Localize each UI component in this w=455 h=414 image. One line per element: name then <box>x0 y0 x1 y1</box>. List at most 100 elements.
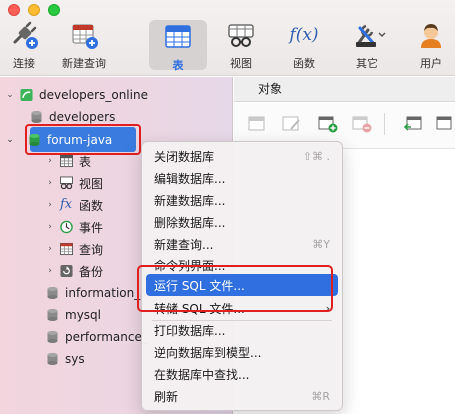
tree-item-backups[interactable]: › 备份 <box>44 260 103 282</box>
chevron-right-icon[interactable]: › <box>44 156 56 166</box>
toolbar-label: 新建查询 <box>62 57 106 70</box>
menu-shortcut: ⇧⌘ . <box>302 149 330 163</box>
toolbar-new-query-button[interactable]: 新建查询 <box>55 16 113 72</box>
tree-item-views[interactable]: › 视图 <box>44 172 103 194</box>
toolbar-label: 连接 <box>13 57 35 70</box>
design-table-icon[interactable] <box>282 115 302 133</box>
user-icon <box>416 20 446 50</box>
chevron-right-icon[interactable]: › <box>44 222 56 232</box>
open-table-icon[interactable] <box>248 115 268 133</box>
menu-item-find-in-database[interactable]: 在数据库中查找... <box>146 363 338 385</box>
menu-item-label: 逆向数据库到模型... <box>154 345 262 360</box>
plug-icon <box>9 20 39 50</box>
function-icon: f(x) <box>289 20 319 50</box>
database-row[interactable]: sys <box>42 348 85 370</box>
menu-item-delete-database[interactable]: 删除数据库... <box>146 211 338 233</box>
toolbar-view-button[interactable]: 视图 <box>212 16 270 72</box>
main-toolbar: 连接 新建查询 表 视图 f(x) 函数 其它 用户 <box>0 0 455 76</box>
database-icon <box>47 353 58 365</box>
new-table-icon[interactable] <box>318 115 338 133</box>
connection-name: developers_online <box>39 88 148 102</box>
function-glyph: f(x) <box>289 25 319 45</box>
tree-item-label: 表 <box>79 154 92 169</box>
zoom-window-button[interactable] <box>48 4 60 16</box>
database-row[interactable]: mysql <box>42 304 101 326</box>
database-name: information_s <box>65 286 147 300</box>
tree-item-functions[interactable]: › fx 函数 <box>44 194 103 216</box>
table-icon <box>60 154 73 168</box>
chevron-right-icon[interactable]: › <box>44 178 56 188</box>
database-name: developers <box>49 110 116 124</box>
toolbar-divider <box>384 113 385 135</box>
toolbar-label: 函数 <box>293 57 315 70</box>
view-icon <box>60 176 73 190</box>
chevron-right-icon[interactable]: › <box>44 266 56 276</box>
clock-icon <box>60 220 73 234</box>
database-icon <box>47 287 58 299</box>
menu-item-label: 刷新 <box>154 389 179 404</box>
menu-item-reverse-to-model[interactable]: 逆向数据库到模型... <box>146 341 338 363</box>
menu-item-refresh[interactable]: 刷新 ⌘R <box>146 385 338 407</box>
chevron-right-icon[interactable]: › <box>44 200 56 210</box>
import-wizard-icon[interactable] <box>404 115 424 133</box>
tree-item-label: 备份 <box>79 264 104 279</box>
connection-row[interactable]: ⌄ developers_online <box>4 84 148 106</box>
mysql-connection-icon <box>20 88 33 102</box>
toolbar-label: 视图 <box>230 57 252 70</box>
toolbar-user-button[interactable]: 用户 <box>402 16 455 72</box>
menu-item-label: 在数据库中查找... <box>154 367 250 382</box>
query-icon <box>60 242 73 256</box>
toolbar-label: 表 <box>172 59 184 72</box>
toolbar-function-button[interactable]: f(x) 函数 <box>275 16 333 72</box>
menu-item-close-database[interactable]: 关闭数据库 ⇧⌘ . <box>146 145 338 167</box>
tree-item-label: 查询 <box>79 242 104 257</box>
view-icon <box>226 20 256 50</box>
tools-icon <box>352 20 386 50</box>
tree-item-label: 事件 <box>79 220 104 235</box>
toolbar-label: 其它 <box>356 57 378 70</box>
tree-item-label: 视图 <box>79 176 104 191</box>
menu-shortcut: ⌘Y <box>312 237 330 251</box>
tree-item-queries[interactable]: › 查询 <box>44 238 103 260</box>
delete-table-icon[interactable] <box>352 115 372 133</box>
close-window-button[interactable] <box>8 4 20 16</box>
export-wizard-icon[interactable] <box>436 115 455 133</box>
backup-icon <box>60 264 73 278</box>
database-icon <box>47 309 58 321</box>
chevron-down-icon[interactable]: ⌄ <box>4 90 16 100</box>
tree-item-tables[interactable]: › 表 <box>44 150 91 172</box>
annotation-red-box <box>137 265 333 312</box>
database-name: performance_ <box>65 330 148 344</box>
menu-item-label: 打印数据库... <box>154 323 226 338</box>
toolbar-other-button[interactable]: 其它 <box>338 16 396 72</box>
database-name: sys <box>65 352 85 366</box>
menu-item-new-database[interactable]: 新建数据库... <box>146 189 338 211</box>
database-row[interactable]: performance_ <box>42 326 148 348</box>
tab-objects[interactable]: 对象 <box>248 77 292 102</box>
database-icon <box>31 111 42 123</box>
function-icon: fx <box>60 197 73 212</box>
toolbar-table-button[interactable]: 表 <box>149 20 207 72</box>
tree-item-events[interactable]: › 事件 <box>44 216 103 238</box>
chevron-down-icon[interactable]: ⌄ <box>4 135 16 145</box>
menu-item-new-query[interactable]: 新建查询... ⌘Y <box>146 233 338 255</box>
menu-shortcut: ⌘R <box>311 389 330 403</box>
new-query-icon <box>69 20 99 50</box>
menu-item-label: 编辑数据库... <box>154 171 226 186</box>
menu-item-label: 新建数据库... <box>154 193 226 208</box>
window-controls <box>8 4 60 16</box>
tab-bar: 对象 <box>234 77 455 102</box>
menu-item-edit-database[interactable]: 编辑数据库... <box>146 167 338 189</box>
menu-item-label: 删除数据库... <box>154 215 226 230</box>
menu-item-print-database[interactable]: 打印数据库... <box>146 319 338 341</box>
toolbar-connect-button[interactable]: 连接 <box>0 16 53 72</box>
menu-item-label: 关闭数据库 <box>154 149 215 164</box>
database-name: mysql <box>65 308 101 322</box>
tree-item-label: 函数 <box>79 198 104 213</box>
menu-item-label: 新建查询... <box>154 237 214 252</box>
toolbar-label: 用户 <box>420 57 442 70</box>
table-icon <box>163 22 193 52</box>
database-row[interactable]: information_s <box>42 282 147 304</box>
chevron-right-icon[interactable]: › <box>44 244 56 254</box>
minimize-window-button[interactable] <box>28 4 40 16</box>
